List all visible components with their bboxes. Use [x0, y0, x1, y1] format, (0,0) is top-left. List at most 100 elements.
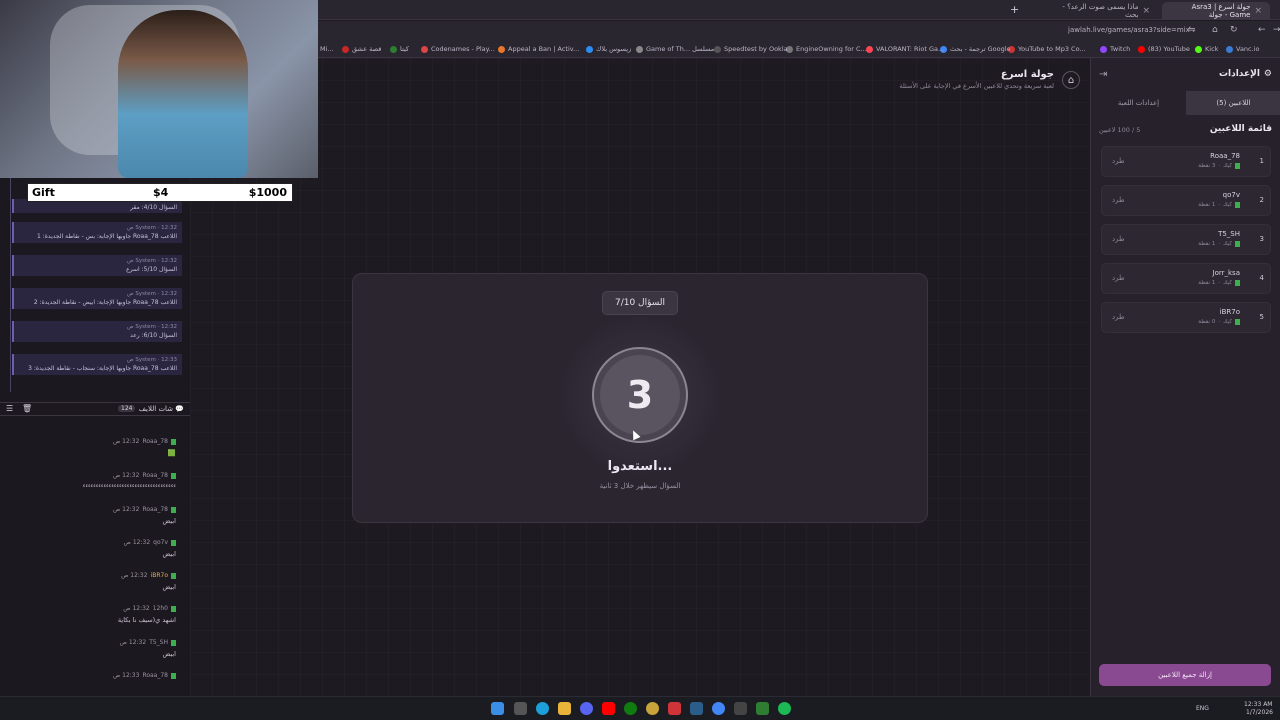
- bookmark-item[interactable]: EngineOwning for C...: [786, 45, 867, 53]
- back-icon[interactable]: ←: [1258, 25, 1266, 35]
- kick-icon: [171, 605, 176, 612]
- webcam-overlay: [0, 0, 318, 178]
- kick-icon: [1235, 241, 1240, 247]
- kick-icon: [171, 639, 176, 646]
- link-icon: [636, 45, 643, 53]
- chat-title: شات اللايف: [138, 405, 174, 413]
- bookmark-item[interactable]: Vanc.io: [1226, 45, 1259, 53]
- log-divider: [10, 178, 11, 392]
- spotify-icon[interactable]: [778, 702, 791, 715]
- bookmark-item[interactable]: زيسوس بلاك: [586, 45, 631, 53]
- countdown-number: 3: [600, 355, 680, 435]
- kick-icon: [1235, 163, 1240, 169]
- player-rank: 4: [1259, 274, 1264, 282]
- xbox-icon[interactable]: [624, 702, 637, 715]
- app-icon[interactable]: [734, 702, 747, 715]
- close-icon[interactable]: ×: [1142, 6, 1150, 16]
- tab-label: جولة اسرع | Asra3 Game - جولة: [1191, 2, 1251, 19]
- kick-icon: [171, 539, 176, 546]
- players-list-title: قائمة اللاعبين: [1209, 124, 1272, 134]
- trash-icon[interactable]: 🗑: [22, 404, 32, 413]
- bookmark-item[interactable]: Codenames - Play...: [421, 45, 495, 53]
- kick-button[interactable]: طرد: [1112, 274, 1125, 282]
- bookmark-item[interactable]: Mi...: [320, 45, 334, 53]
- start-icon[interactable]: [491, 702, 504, 715]
- codenames-icon: [421, 45, 428, 53]
- player-row: 5 iBR7o كيك · 0 نقطة طرد: [1101, 302, 1271, 333]
- app-icon[interactable]: [668, 702, 681, 715]
- tab-active[interactable]: × جولة اسرع | Asra3 Game - جولة: [1162, 2, 1270, 19]
- menu-icon[interactable]: ☰: [6, 404, 13, 413]
- task-view-icon[interactable]: [514, 702, 527, 715]
- player-name: Jorr_ksa: [1212, 269, 1240, 277]
- player-rank: 2: [1259, 196, 1264, 204]
- player-rank: 5: [1259, 313, 1264, 321]
- gift-goal: $1000: [248, 186, 287, 199]
- player-row: 2 qo7v كيك · 1 نقطة طرد: [1101, 185, 1271, 216]
- tab-search[interactable]: × ماذا يسمى صوت الرعد؟ - بحث: [1040, 2, 1158, 19]
- player-name: T5_SH: [1218, 230, 1240, 238]
- tab-game-settings[interactable]: إعدادات اللعبة: [1091, 91, 1186, 115]
- language-indicator[interactable]: ENG: [1196, 705, 1209, 712]
- player-rank: 3: [1259, 235, 1264, 243]
- kick-button[interactable]: طرد: [1112, 196, 1125, 204]
- player-row: 3 T5_SH كيك · 1 نقطة طرد: [1101, 224, 1271, 255]
- collapse-panel-icon[interactable]: ⇥: [1099, 69, 1107, 80]
- tab-players[interactable]: اللاعبين (5): [1186, 91, 1280, 115]
- link-icon: [586, 45, 593, 53]
- new-tab-button[interactable]: +: [1010, 3, 1019, 16]
- youtube-icon: [1138, 45, 1145, 53]
- kick-button[interactable]: طرد: [1112, 235, 1125, 243]
- bookmark-item[interactable]: كيتا: [390, 45, 409, 53]
- app-icon[interactable]: [646, 702, 659, 715]
- kick-icon: [171, 506, 176, 513]
- app-icon[interactable]: [756, 702, 769, 715]
- bookmark-item[interactable]: YouTube to Mp3 Co...: [1008, 45, 1086, 53]
- home-icon[interactable]: ⌂: [1212, 25, 1218, 35]
- question-badge: السؤال 7/10: [602, 291, 678, 315]
- close-icon[interactable]: ×: [1254, 6, 1262, 16]
- player-row: 4 Jorr_ksa كيك · 1 نقطة طرد: [1101, 263, 1271, 294]
- folder-icon[interactable]: [558, 702, 571, 715]
- kick-icon: [1195, 45, 1202, 53]
- bookmarks-bar: Twitch (83) YouTube Kick Vanc.io YouTube…: [318, 41, 1280, 58]
- kick-icon: [171, 438, 176, 445]
- forward-icon[interactable]: →: [1273, 25, 1280, 35]
- bookmark-item[interactable]: Twitch: [1100, 45, 1130, 53]
- player-name: qo7v: [1222, 191, 1240, 199]
- bookmark-item[interactable]: (83) YouTube: [1138, 45, 1190, 53]
- bookmark-item[interactable]: Speedtest by Ookla: [714, 45, 788, 53]
- edge-icon[interactable]: [536, 702, 549, 715]
- speedtest-icon: [714, 45, 721, 53]
- ready-text: استعدوا...: [607, 459, 673, 474]
- chat-message: Roaa_78 12:32 ص ابيض: [112, 506, 176, 525]
- kick-button[interactable]: طرد: [1112, 157, 1125, 165]
- player-status: كيك · 1 نقطة: [1198, 241, 1240, 247]
- bookmark-item[interactable]: Kick: [1195, 45, 1218, 53]
- chat-message: Roaa_78 12:33 ص: [0, 672, 180, 679]
- reload-icon[interactable]: ↻: [1230, 25, 1238, 35]
- home-button[interactable]: ⌂: [1062, 71, 1080, 89]
- link-icon: [342, 45, 349, 53]
- ready-subtext: السؤال سيظهر خلال 3 ثانية: [599, 482, 681, 490]
- chat-message: Roaa_78 12:32 ص 🟩: [112, 438, 176, 457]
- remove-all-players-button[interactable]: إزالة جميع اللاعبين: [1099, 664, 1271, 686]
- vanc-icon: [1226, 45, 1233, 53]
- chat-message: Roaa_78 12:32 ص ءءءءءءءءءءءءءءءءءءءءءءءءء…: [82, 472, 176, 489]
- bookmark-item[interactable]: Game of Th... مسلسل: [636, 45, 714, 53]
- clock-time[interactable]: 12:33 AM: [1244, 701, 1272, 708]
- kick-icon: [1235, 319, 1240, 325]
- kick-button[interactable]: طرد: [1112, 313, 1125, 321]
- clock-date[interactable]: 1/7/2026: [1246, 709, 1273, 716]
- bookmark-item[interactable]: قصة عشق: [342, 45, 381, 53]
- bookmark-item[interactable]: ترجمة - بحث Google: [940, 45, 1011, 53]
- youtube-icon[interactable]: [602, 702, 615, 715]
- url-text[interactable]: jawlah.live/games/asra3?side=mix: [1068, 26, 1190, 34]
- chrome-icon[interactable]: [712, 702, 725, 715]
- steam-icon[interactable]: [690, 702, 703, 715]
- settings-panel: ⚙ الإعدادات ⇥ اللاعبين (5) إعدادات اللعب…: [1090, 58, 1280, 696]
- discord-icon[interactable]: [580, 702, 593, 715]
- bookmark-item[interactable]: Appeal a Ban | Activ...: [498, 45, 579, 53]
- bookmark-item[interactable]: VALORANT: Riot Ga...: [866, 45, 944, 53]
- settings-header: ⚙ الإعدادات: [1219, 69, 1272, 79]
